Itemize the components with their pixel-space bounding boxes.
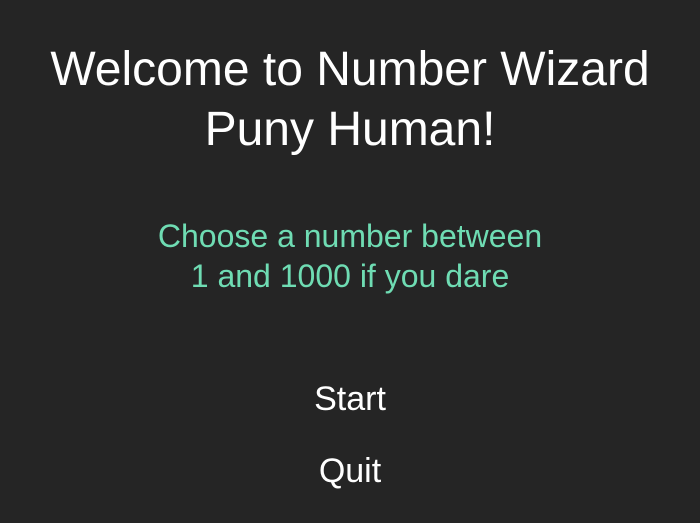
welcome-title-line-2: Puny Human! bbox=[204, 103, 496, 156]
start-button[interactable]: Start bbox=[280, 373, 420, 425]
instructions-text: Choose a number between 1 and 1000 if yo… bbox=[0, 216, 700, 296]
instructions-line-2: 1 and 1000 if you dare bbox=[190, 258, 510, 294]
welcome-title-line-1: Welcome to Number Wizard bbox=[50, 43, 650, 96]
welcome-title: Welcome to Number Wizard Puny Human! bbox=[0, 40, 700, 160]
main-menu-screen: Welcome to Number Wizard Puny Human! Cho… bbox=[0, 0, 700, 523]
quit-button-label: Quit bbox=[318, 451, 382, 490]
start-button-label: Start bbox=[314, 379, 386, 418]
quit-button[interactable]: Quit bbox=[280, 445, 420, 497]
instructions-line-1: Choose a number between bbox=[157, 218, 543, 254]
